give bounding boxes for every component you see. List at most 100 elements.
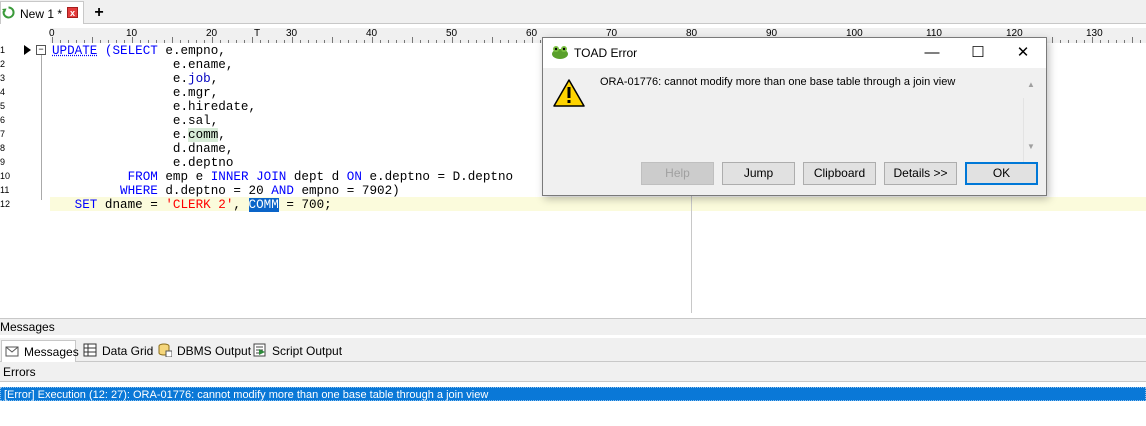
code-token: INNER JOIN <box>210 170 294 184</box>
messages-icon <box>5 346 19 357</box>
script-output-icon <box>253 343 266 357</box>
fold-collapse-icon[interactable]: − <box>36 45 46 55</box>
line-number: 9 <box>0 157 6 167</box>
scroll-up-icon[interactable]: ▲ <box>1025 80 1037 90</box>
ok-button[interactable]: OK <box>965 162 1038 185</box>
code-token: , <box>210 72 219 86</box>
line-number: 10 <box>0 171 11 181</box>
close-dialog-button[interactable]: ✕ <box>1000 38 1046 68</box>
details-button[interactable]: Details >> <box>884 162 957 185</box>
code-token: e.hiredate, <box>52 100 257 114</box>
code-token: 'CLERK 2' <box>165 198 234 212</box>
fold-line <box>41 55 42 200</box>
messages-tab-strip: Messages Data Grid DBMS Output Script Ou… <box>0 338 1146 362</box>
code-line[interactable]: e.mgr, <box>52 86 513 100</box>
code-token: emp e <box>165 170 211 184</box>
code-token: COMM <box>248 198 279 212</box>
line-number: 3 <box>0 73 6 83</box>
errors-list: [Error] Execution (12: 27): ORA-01776: c… <box>0 382 1146 426</box>
code-token: ; <box>324 198 332 212</box>
code-token: e.mgr, <box>52 86 219 100</box>
tab-dbms-output-label: DBMS Output <box>177 344 252 358</box>
tab-data-grid-label: Data Grid <box>102 344 154 358</box>
code-token: e.deptno <box>52 156 234 170</box>
dialog-title: TOAD Error <box>574 46 638 60</box>
maximize-button[interactable]: ☐ <box>955 38 1001 68</box>
code-token: , <box>233 198 249 212</box>
minimize-button[interactable]: — <box>909 38 955 68</box>
code-token: UPDATE <box>52 44 98 58</box>
code-text[interactable]: UPDATE (SELECT e.empno, e.ename, e.job, … <box>52 44 513 212</box>
code-line[interactable]: e.deptno <box>52 156 513 170</box>
code-line[interactable]: e.sal, <box>52 114 513 128</box>
code-line[interactable]: WHERE d.deptno = 20 AND empno = 7902) <box>52 184 513 198</box>
tab-messages[interactable]: Messages <box>1 340 79 362</box>
code-token: AND <box>271 184 302 198</box>
code-token: ON <box>346 170 370 184</box>
line-number: 4 <box>0 87 6 97</box>
line-number: 5 <box>0 101 6 111</box>
clipboard-button[interactable]: Clipboard <box>803 162 876 185</box>
add-tab-button[interactable]: + <box>87 3 111 23</box>
error-row[interactable]: [Error] Execution (12: 27): ORA-01776: c… <box>0 387 1146 401</box>
code-token: empno = <box>301 184 362 198</box>
line-number: 6 <box>0 115 6 125</box>
code-token: ) <box>392 184 400 198</box>
tab-new-1[interactable]: New 1 * x <box>0 1 84 24</box>
error-row-text: [Error] Execution (12: 27): ORA-01776: c… <box>4 389 489 401</box>
tab-script-output-label: Script Output <box>272 344 343 358</box>
code-token: d.dname, <box>52 142 234 156</box>
code-token: e.deptno = D.deptno <box>369 170 514 184</box>
toad-frog-icon <box>552 46 568 59</box>
line-number: 7 <box>0 129 6 139</box>
code-token: d.deptno = <box>165 184 249 198</box>
errors-title: Errors <box>3 365 36 379</box>
code-line[interactable]: e.hiredate, <box>52 100 513 114</box>
code-token: WHERE <box>52 184 166 198</box>
jump-button[interactable]: Jump <box>722 162 795 185</box>
line-number: 8 <box>0 143 6 153</box>
close-tab-icon[interactable]: x <box>67 7 78 18</box>
tab-script-output[interactable]: Script Output <box>250 340 342 362</box>
code-line[interactable]: e.comm, <box>52 128 513 142</box>
code-token: , <box>218 128 226 142</box>
help-button[interactable]: Help <box>641 162 714 185</box>
code-token: SET <box>52 198 105 212</box>
code-token: (SELECT <box>97 44 166 58</box>
code-token: FROM <box>52 170 166 184</box>
code-line[interactable]: SET dname = 'CLERK 2', COMM = 700; <box>52 198 513 212</box>
tab-data-grid[interactable]: Data Grid <box>80 340 154 362</box>
code-token: dname = <box>104 198 166 212</box>
tab-dbms-output[interactable]: DBMS Output <box>155 340 251 362</box>
dialog-titlebar[interactable]: TOAD Error — ☐ ✕ <box>543 38 1046 68</box>
document-tab-strip: New 1 * x + <box>0 0 1146 24</box>
dbms-output-icon <box>158 343 172 357</box>
messages-panel-title: Messages <box>0 320 55 334</box>
ruler-caret: T <box>254 28 261 39</box>
code-line[interactable]: e.ename, <box>52 58 513 72</box>
error-message: ORA-01776: cannot modify more than one b… <box>600 76 956 88</box>
scroll-down-icon[interactable]: ▼ <box>1025 142 1037 152</box>
code-line[interactable]: UPDATE (SELECT e.empno, <box>52 44 513 58</box>
code-line[interactable]: e.job, <box>52 72 513 86</box>
refresh-icon <box>2 6 15 19</box>
execution-arrow-icon <box>24 45 31 55</box>
line-number-gutter: − 1 2 3 4 5 6 7 8 9 10 11 12 <box>0 43 50 315</box>
code-line[interactable]: d.dname, <box>52 142 513 156</box>
data-grid-icon <box>83 343 97 357</box>
warning-icon <box>553 79 585 107</box>
code-token: e.empno, <box>165 44 226 58</box>
code-token: dept d <box>293 170 347 184</box>
line-number: 12 <box>0 199 11 209</box>
code-token: job <box>188 72 211 86</box>
code-token: 700 <box>301 198 325 212</box>
line-number: 2 <box>0 59 6 69</box>
messages-panel-header: Messages <box>0 318 1146 335</box>
code-token: e. <box>52 128 189 142</box>
code-line[interactable]: FROM emp e INNER JOIN dept d ON e.deptno… <box>52 170 514 184</box>
line-number: 1 <box>0 45 6 55</box>
code-token: e.ename, <box>52 58 234 72</box>
dialog-message-area: ORA-01776: cannot modify more than one b… <box>543 68 1046 184</box>
line-number: 11 <box>0 185 10 195</box>
tab-title: New 1 * <box>20 7 63 21</box>
